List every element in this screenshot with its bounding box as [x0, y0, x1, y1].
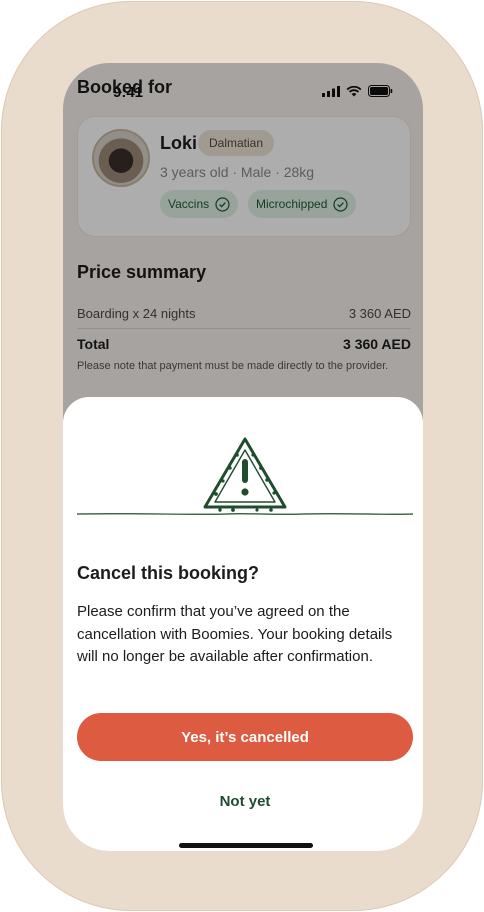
phone-screen: 9:41 Booked for Loki Dalmatian 3 years o… — [63, 63, 423, 851]
confirm-cancel-button[interactable]: Yes, it’s cancelled — [77, 713, 413, 761]
warning-triangle-icon — [77, 437, 413, 515]
cancel-dialog-body: Please confirm that you’ve agreed on the… — [77, 603, 393, 665]
home-indicator — [179, 843, 313, 848]
cancel-dialog-title: Cancel this booking? — [77, 563, 260, 583]
phone-frame: 9:41 Booked for Loki Dalmatian 3 years o… — [1, 1, 483, 911]
cancel-bottom-sheet: Cancel this booking? Please confirm that… — [63, 397, 423, 851]
not-yet-button[interactable]: Not yet — [77, 781, 413, 821]
